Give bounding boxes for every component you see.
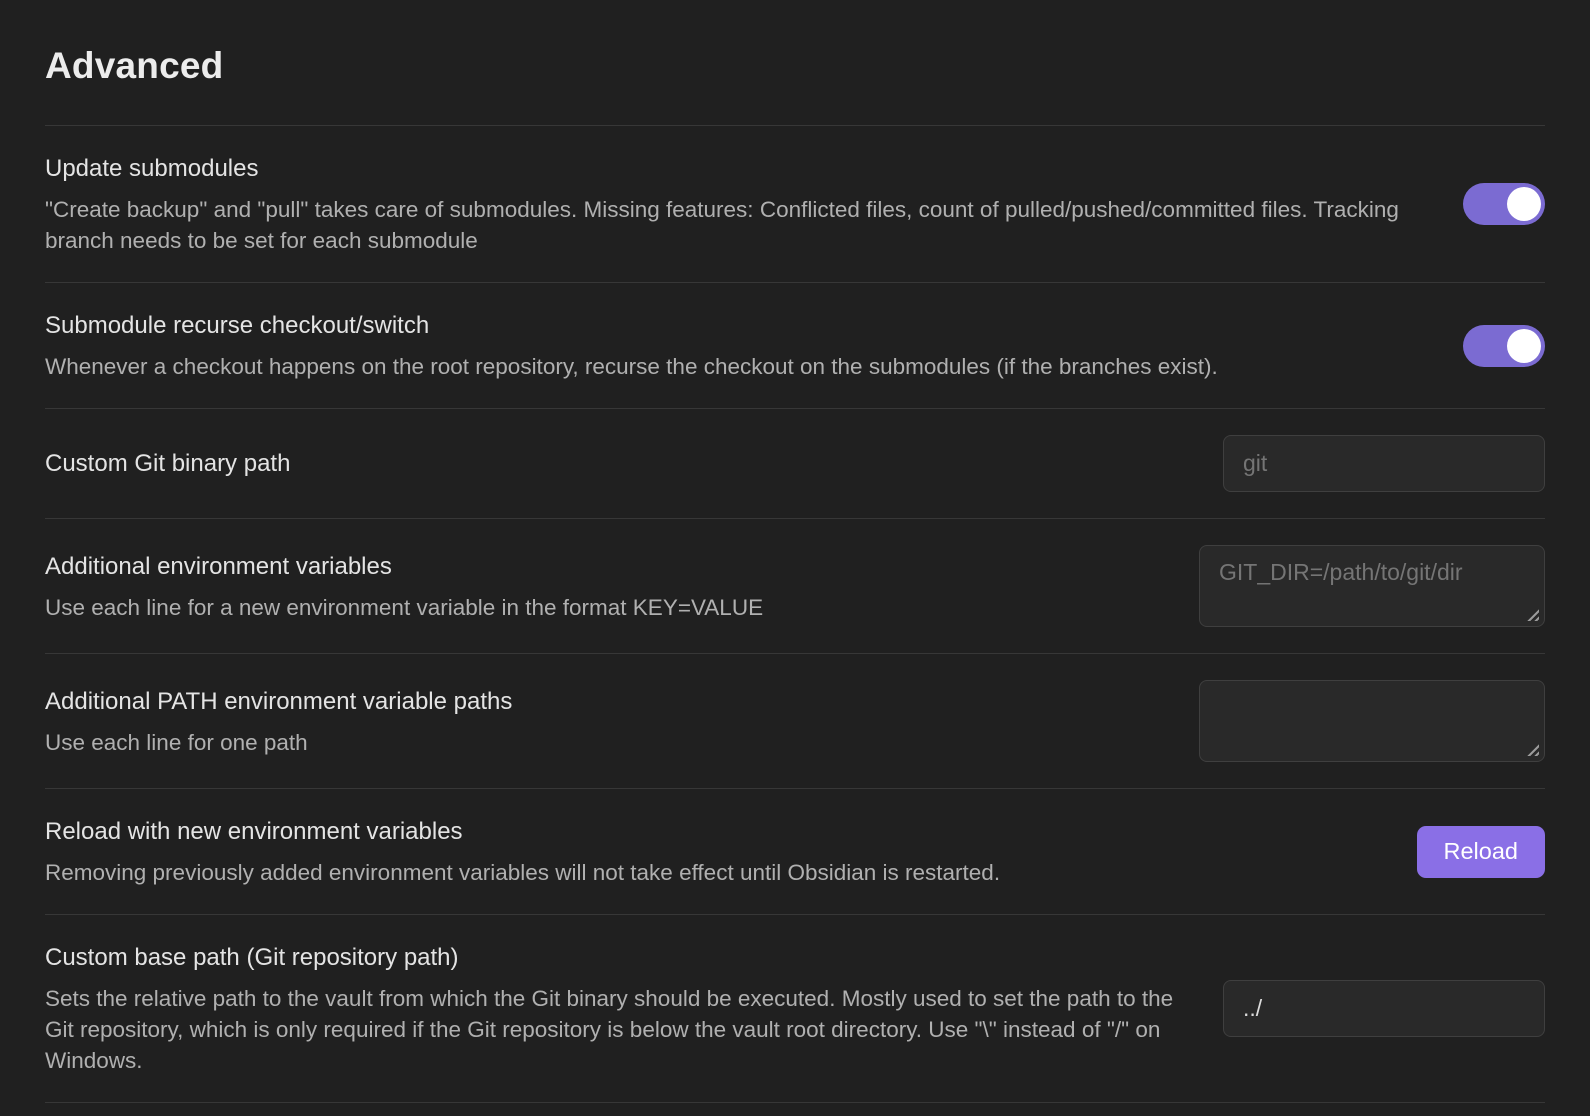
setting-info: Reload with new environment variables Re… — [45, 815, 1387, 888]
setting-name: Update submodules — [45, 152, 1433, 185]
setting-info: Update submodules "Create backup" and "p… — [45, 152, 1433, 256]
setting-control — [1223, 980, 1545, 1037]
setting-description: Sets the relative path to the vault from… — [45, 983, 1193, 1076]
setting-control — [1199, 545, 1545, 627]
setting-path-variables: Additional PATH environment variable pat… — [45, 653, 1545, 788]
update-submodules-toggle[interactable] — [1463, 183, 1545, 225]
setting-reload-env: Reload with new environment variables Re… — [45, 788, 1545, 914]
setting-name: Additional environment variables — [45, 550, 1169, 583]
setting-info: Additional PATH environment variable pat… — [45, 685, 1169, 758]
textarea-wrapper — [1199, 680, 1545, 762]
setting-description: "Create backup" and "pull" takes care of… — [45, 194, 1433, 256]
path-variables-textarea[interactable] — [1199, 680, 1545, 762]
setting-name: Custom Git binary path — [45, 447, 1193, 480]
submodule-recurse-toggle[interactable] — [1463, 325, 1545, 367]
setting-name: Reload with new environment variables — [45, 815, 1387, 848]
setting-env-variables: Additional environment variables Use eac… — [45, 518, 1545, 653]
setting-control: Reload — [1417, 826, 1545, 878]
setting-submodule-recurse: Submodule recurse checkout/switch Whenev… — [45, 282, 1545, 408]
page-title: Advanced — [45, 44, 1545, 88]
env-variables-textarea[interactable] — [1199, 545, 1545, 627]
setting-description: Whenever a checkout happens on the root … — [45, 351, 1433, 382]
setting-control — [1199, 680, 1545, 762]
setting-info: Custom base path (Git repository path) S… — [45, 941, 1193, 1076]
setting-description: Removing previously added environment va… — [45, 857, 1387, 888]
setting-info: Custom Git binary path — [45, 447, 1193, 480]
setting-control — [1463, 183, 1545, 225]
setting-custom-base-path: Custom base path (Git repository path) S… — [45, 914, 1545, 1102]
reload-button[interactable]: Reload — [1417, 826, 1545, 878]
setting-info: Additional environment variables Use eac… — [45, 550, 1169, 623]
setting-name: Custom base path (Git repository path) — [45, 941, 1193, 974]
bottom-divider — [45, 1102, 1545, 1116]
setting-control — [1223, 435, 1545, 492]
setting-git-binary-path: Custom Git binary path — [45, 408, 1545, 518]
setting-control — [1463, 325, 1545, 367]
custom-base-path-input[interactable] — [1223, 980, 1545, 1037]
textarea-wrapper — [1199, 545, 1545, 627]
setting-update-submodules: Update submodules "Create backup" and "p… — [45, 125, 1545, 282]
setting-name: Additional PATH environment variable pat… — [45, 685, 1169, 718]
settings-page: Advanced Update submodules "Create backu… — [0, 0, 1590, 1116]
setting-info: Submodule recurse checkout/switch Whenev… — [45, 309, 1433, 382]
toggle-knob — [1507, 329, 1541, 363]
git-binary-path-input[interactable] — [1223, 435, 1545, 492]
setting-description: Use each line for a new environment vari… — [45, 592, 1169, 623]
setting-name: Submodule recurse checkout/switch — [45, 309, 1433, 342]
setting-description: Use each line for one path — [45, 727, 1169, 758]
toggle-knob — [1507, 187, 1541, 221]
